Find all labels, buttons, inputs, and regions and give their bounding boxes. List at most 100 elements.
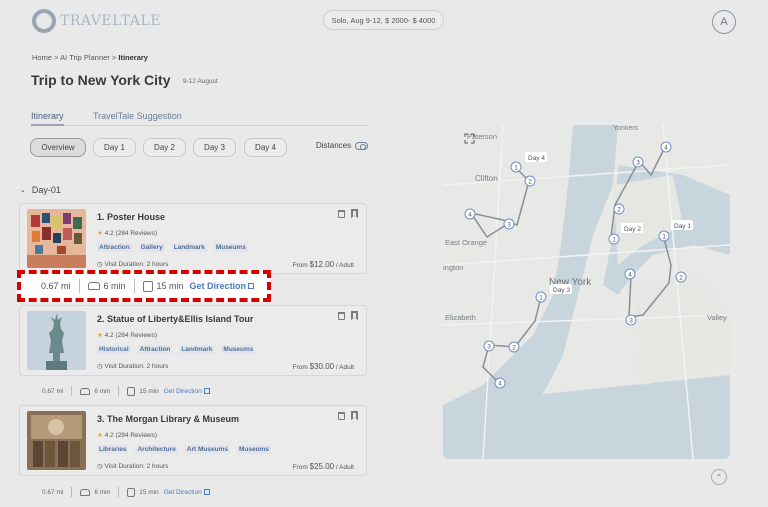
review-count: (284 Reviews) xyxy=(115,332,158,339)
map-pin[interactable]: 1 xyxy=(535,291,547,303)
chip-day-1[interactable]: Day 1 xyxy=(93,138,136,157)
place-title[interactable]: 2. Statue of Liberty&Ellis Island Tour xyxy=(97,314,253,324)
price-prefix: From xyxy=(292,464,308,471)
place-card[interactable]: 2. Statue of Liberty&Ellis Island Tour ★… xyxy=(19,305,367,376)
trip-summary-pill[interactable]: Solo, Aug 9-12, $ 2000- $ 4000 xyxy=(323,10,444,30)
svg-text:3: 3 xyxy=(487,344,491,351)
place-rating: ★ 4.2 (284 Reviews) xyxy=(97,229,157,237)
svg-text:3: 3 xyxy=(507,222,511,229)
logo[interactable]: TRAVELTALE xyxy=(32,9,161,33)
get-direction-link[interactable]: Get Direction xyxy=(164,489,202,496)
view-tabs: Itinerary TravelTale Suggestion xyxy=(31,109,369,126)
car-icon xyxy=(87,282,100,290)
trash-icon[interactable] xyxy=(338,210,345,218)
avatar[interactable]: A xyxy=(712,10,736,34)
tab-itinerary[interactable]: Itinerary xyxy=(31,111,64,126)
svg-text:1: 1 xyxy=(539,295,543,302)
tag: Museums xyxy=(213,243,248,252)
divider xyxy=(78,279,80,293)
map-pin[interactable]: 3 xyxy=(483,340,495,352)
map-label-east-orange: East Orange xyxy=(445,238,487,247)
map-pin[interactable]: 2 xyxy=(524,175,536,187)
leg-distance: 0.67 mi xyxy=(42,387,64,395)
map-pin[interactable]: 2 xyxy=(613,203,625,215)
divider xyxy=(71,386,73,396)
svg-text:4: 4 xyxy=(468,212,472,219)
tag: Gallery xyxy=(138,243,165,252)
car-icon xyxy=(80,488,91,496)
rating-value: 4.2 xyxy=(104,332,114,339)
card-actions xyxy=(338,411,358,420)
map-pin[interactable]: 2 xyxy=(675,271,687,283)
car-icon xyxy=(80,387,91,395)
day-label: Day-01 xyxy=(31,185,61,195)
map-pin[interactable]: 1 xyxy=(608,233,620,245)
trash-icon[interactable] xyxy=(338,312,345,320)
map-pin[interactable]: 3 xyxy=(503,218,515,230)
map-label-day3: Day 3 xyxy=(553,287,570,294)
place-rating: ★ 4.2 (284 Reviews) xyxy=(97,331,157,339)
map-pin[interactable]: 4 xyxy=(494,377,506,389)
trip-dates: 9-12 August xyxy=(183,78,218,85)
transit-icon xyxy=(127,386,136,396)
logo-ring-icon xyxy=(32,9,56,33)
toggle-icon[interactable] xyxy=(355,141,369,150)
distances-toggle[interactable]: Distances xyxy=(316,141,369,150)
breadcrumb-planner[interactable]: AI Trip Planner xyxy=(60,53,110,62)
external-link-icon[interactable] xyxy=(203,489,210,495)
tab-traveltale-suggestion[interactable]: TravelTale Suggestion xyxy=(93,111,182,121)
map-pin[interactable]: 2 xyxy=(508,341,520,353)
bookmark-icon[interactable] xyxy=(351,411,358,420)
review-count: (284 Reviews) xyxy=(115,432,158,439)
map-pin[interactable]: 1 xyxy=(658,230,670,242)
get-direction-link[interactable]: Get Direction xyxy=(164,388,202,395)
card-actions xyxy=(338,209,358,218)
star-icon: ★ xyxy=(97,332,103,339)
day-section-header[interactable]: ⌄ Day-01 xyxy=(20,185,61,195)
chip-overview[interactable]: Overview xyxy=(30,138,86,157)
place-tags: Libraries Architecture Art Museums Museu… xyxy=(97,445,271,454)
leg-transit-time: 15 min xyxy=(139,488,159,496)
rating-value: 4.2 xyxy=(104,432,114,439)
map-pin[interactable]: 4 xyxy=(660,141,672,153)
external-link-icon[interactable] xyxy=(248,283,255,289)
svg-text:2: 2 xyxy=(679,275,683,282)
bookmark-icon[interactable] xyxy=(351,209,358,218)
place-title[interactable]: 1. Poster House xyxy=(97,212,165,222)
chip-day-3[interactable]: Day 3 xyxy=(193,138,236,157)
map-label-ington: ington xyxy=(443,263,463,272)
divider xyxy=(118,386,120,396)
external-link-icon[interactable] xyxy=(203,388,210,394)
svg-text:3: 3 xyxy=(629,318,633,325)
card-actions xyxy=(338,311,358,320)
chip-day-2[interactable]: Day 2 xyxy=(143,138,186,157)
map-pin[interactable]: 1 xyxy=(510,161,522,173)
route-map[interactable]: Paterson Yonkers Clifton East Orange ing… xyxy=(443,125,730,459)
chip-day-4[interactable]: Day 4 xyxy=(244,138,287,157)
transit-icon xyxy=(127,487,136,497)
leg-info-highlighted: 0.67 mi 6 min 15 min Get Direction xyxy=(17,270,271,302)
breadcrumb-separator: > xyxy=(54,53,59,62)
place-title[interactable]: 3. The Morgan Library & Museum xyxy=(97,414,239,424)
place-card[interactable]: 3. The Morgan Library & Museum ★ 4.2 (28… xyxy=(19,405,367,476)
place-price: From $12.00 / Adult xyxy=(293,260,354,269)
page-title: Trip to New York City xyxy=(31,72,171,88)
map-canvas[interactable]: Paterson Yonkers Clifton East Orange ing… xyxy=(443,125,730,459)
get-direction-link[interactable]: Get Direction xyxy=(190,281,247,291)
chevron-down-icon: ⌄ xyxy=(20,187,26,194)
scroll-to-top-button[interactable]: ⌃ xyxy=(711,469,727,485)
tag: Museums xyxy=(236,445,271,454)
clock-icon: ◷ xyxy=(97,363,103,370)
breadcrumb-home[interactable]: Home xyxy=(32,53,52,62)
tag: Historical xyxy=(97,345,131,354)
trash-icon[interactable] xyxy=(338,412,345,420)
place-card[interactable]: 1. Poster House ★ 4.2 (284 Reviews) Attr… xyxy=(19,203,367,274)
leg-transit-time: 15 min xyxy=(156,281,184,291)
map-pin[interactable]: 4 xyxy=(464,208,476,220)
map-pin[interactable]: 3 xyxy=(625,314,637,326)
leg-info: 0.67 mi 6 min 15 min Get Direction xyxy=(30,386,210,396)
map-pin[interactable]: 3 xyxy=(632,156,644,168)
visit-duration: ◷ Visit Duration: 2 hours xyxy=(97,260,168,268)
map-pin[interactable]: 4 xyxy=(624,268,636,280)
bookmark-icon[interactable] xyxy=(351,311,358,320)
